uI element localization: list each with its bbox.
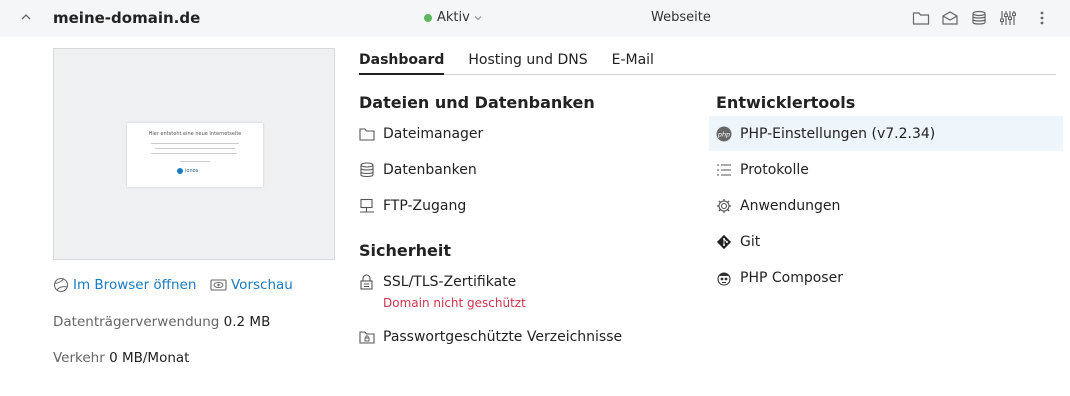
eye-icon — [210, 279, 227, 291]
disk-usage-value: 0.2 MB — [223, 314, 271, 330]
chevron-down-icon — [474, 15, 482, 20]
security-section-title: Sicherheit — [359, 241, 451, 260]
files-section-title: Dateien und Datenbanken — [359, 93, 595, 112]
protected-folder-icon — [359, 331, 375, 344]
traffic: Verkehr 0 MB/Monat — [53, 350, 190, 366]
tab-dashboard[interactable]: Dashboard — [359, 44, 445, 75]
chevron-up-icon[interactable] — [20, 11, 32, 23]
ssl-warning: Domain nicht geschützt — [383, 296, 526, 310]
database-icon — [360, 162, 374, 178]
ftp-icon — [360, 198, 374, 213]
logs-item[interactable]: Protokolle — [716, 159, 809, 181]
preview-line — [155, 148, 235, 149]
tab-hosting-dns[interactable]: Hosting und DNS — [468, 44, 587, 75]
svg-text:php: php — [717, 131, 730, 139]
folder-icon — [359, 128, 375, 141]
open-in-browser-link[interactable]: Im Browser öffnen — [53, 277, 196, 293]
traffic-value: 0 MB/Monat — [109, 350, 190, 366]
list-icon — [717, 164, 731, 176]
git-item[interactable]: Git — [716, 231, 760, 253]
tab-bar: Dashboard Hosting und DNS E-Mail — [359, 44, 1056, 75]
folder-icon[interactable] — [912, 10, 930, 26]
gear-icon — [717, 199, 731, 213]
ftp-access-item[interactable]: FTP-Zugang — [359, 195, 466, 217]
status-dropdown[interactable]: Aktiv — [424, 10, 482, 25]
site-header-bar: meine-domain.de Aktiv Webseite — [0, 0, 1070, 37]
disk-usage: Datenträgerverwendung 0.2 MB — [53, 314, 271, 330]
git-icon — [716, 234, 732, 250]
protected-directories-item[interactable]: Passwortgeschützte Verzeichnisse — [359, 326, 622, 348]
preview-line — [151, 153, 237, 154]
website-preview[interactable]: Hier entsteht eine neue Internetseite io… — [53, 48, 335, 260]
preview-logo: ionos — [177, 168, 198, 174]
ssl-certificates-item[interactable]: SSL/TLS-Zertifikate — [359, 271, 516, 293]
php-icon: php — [716, 126, 732, 142]
database-icon[interactable] — [970, 10, 988, 26]
preview-line — [180, 161, 210, 162]
site-type-label: Webseite — [651, 10, 711, 25]
preview-card: Hier entsteht eine neue Internetseite io… — [127, 123, 263, 187]
databases-item[interactable]: Datenbanken — [359, 159, 477, 181]
applications-item[interactable]: Anwendungen — [716, 195, 840, 217]
mail-icon[interactable] — [941, 10, 959, 26]
globe-icon — [53, 277, 69, 293]
tab-email[interactable]: E-Mail — [612, 44, 654, 75]
sliders-icon[interactable] — [999, 10, 1017, 26]
php-settings-item[interactable]: php PHP-Einstellungen (v7.2.34) — [716, 123, 935, 145]
status-dot — [424, 13, 432, 22]
domain-name: meine-domain.de — [53, 9, 201, 27]
more-vertical-icon[interactable] — [1036, 10, 1048, 26]
devtools-section-title: Entwicklertools — [716, 93, 856, 112]
preview-title: Hier entsteht eine neue Internetseite — [148, 131, 242, 137]
ssl-lock-icon — [360, 274, 373, 290]
header-actions — [912, 10, 1028, 26]
composer-icon — [717, 272, 731, 286]
preview-link[interactable]: Vorschau — [210, 277, 293, 293]
file-manager-item[interactable]: Dateimanager — [359, 123, 483, 145]
php-composer-item[interactable]: PHP Composer — [716, 267, 843, 289]
status-label: Aktiv — [437, 10, 470, 25]
preview-line — [151, 143, 239, 144]
